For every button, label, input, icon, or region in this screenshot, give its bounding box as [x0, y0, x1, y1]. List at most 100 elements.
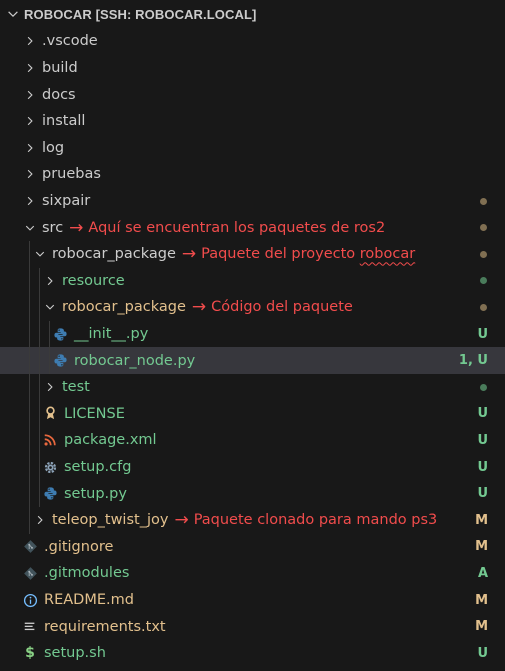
- python-file-icon: [42, 486, 58, 502]
- annotation-text: Paquete del proyecto: [201, 246, 360, 263]
- chevron-right-icon[interactable]: [22, 140, 38, 156]
- tree-item-test[interactable]: test: [0, 374, 505, 401]
- git-status-badge: U: [477, 406, 488, 422]
- chevron-right-icon[interactable]: [22, 60, 38, 76]
- chevron-right-icon[interactable]: [22, 166, 38, 182]
- tree-item-resource[interactable]: resource: [0, 267, 505, 295]
- git-status-badge: M: [475, 619, 488, 635]
- chevron-down-icon[interactable]: [22, 220, 38, 236]
- annotation-text: Código del paquete: [211, 299, 353, 316]
- chevron-down-icon[interactable]: [42, 299, 58, 315]
- git-status-badge: U: [477, 486, 488, 502]
- tree-item-label: robocar_node.py: [74, 352, 196, 369]
- tree-item-label: setup.sh: [44, 645, 106, 662]
- arrow-right-icon: →: [174, 510, 189, 531]
- annotation: → Paquete del proyecto robocar: [182, 244, 415, 264]
- tree-item-setup-sh[interactable]: $ setup.sh U: [0, 640, 505, 667]
- git-status-badge: A: [477, 565, 488, 581]
- tree-item-robocar-package[interactable]: robocar_package → Paquete del proyecto rob…: [0, 241, 505, 268]
- tree-item-gitignore[interactable]: .gitignore M: [0, 534, 505, 561]
- tree-item-package-xml[interactable]: package.xml U: [0, 427, 505, 454]
- indent-guide: [49, 347, 50, 374]
- tree-item-label: requirements.txt: [44, 618, 166, 635]
- git-status-badge: U: [477, 326, 488, 342]
- chevron-right-icon[interactable]: [42, 379, 58, 395]
- tree-item-teleop-twist-joy[interactable]: teleop_twist_joy → Paquete clonado para ma…: [0, 507, 505, 534]
- indent-guide: [29, 374, 30, 401]
- modified-dot-icon: [480, 303, 487, 311]
- chevron-right-icon[interactable]: [22, 33, 38, 49]
- tree-item-label: src: [42, 219, 64, 236]
- git-file-icon: [22, 565, 38, 581]
- tree-item-label: resource: [62, 272, 125, 289]
- chevron-right-icon[interactable]: [32, 512, 48, 528]
- tree-item-label: test: [62, 379, 90, 396]
- tree-item-license[interactable]: LICENSE U: [0, 400, 505, 428]
- tree-item-init-py[interactable]: __init__.py U: [0, 320, 505, 348]
- indent-guide: [39, 453, 40, 481]
- tree-item-robocar-node-py[interactable]: robocar_node.py 1, U: [0, 347, 505, 374]
- xml-file-icon: [42, 432, 58, 448]
- tree-item-sixpair[interactable]: sixpair: [0, 188, 505, 215]
- git-status-badge: 1, U: [458, 353, 488, 369]
- tree-item-setup-cfg[interactable]: setup.cfg U: [0, 453, 505, 481]
- annotation-misspelled-word: robocar: [359, 246, 416, 263]
- info-icon: [22, 592, 38, 608]
- tree-item-robocar-package-inner[interactable]: robocar_package → Código del paquete: [0, 294, 505, 321]
- chevron-right-icon[interactable]: [22, 113, 38, 129]
- arrow-right-icon: →: [181, 244, 197, 265]
- indent-guide: [39, 427, 40, 454]
- tree-item-label: LICENSE: [64, 405, 125, 422]
- python-file-icon: [52, 353, 68, 369]
- chevron-down-icon[interactable]: [2, 0, 24, 28]
- tree-item-docs[interactable]: docs: [0, 81, 505, 108]
- shell-script-icon: $: [25, 645, 35, 662]
- git-status-badge: M: [475, 512, 488, 528]
- indent-guide: [29, 241, 30, 268]
- tree-item-label: build: [42, 60, 78, 77]
- indent-guide: [29, 320, 30, 348]
- indent-guide: [29, 294, 30, 321]
- chevron-right-icon[interactable]: [22, 193, 38, 209]
- tree-item-log[interactable]: log: [0, 135, 505, 162]
- chevron-right-icon[interactable]: [42, 273, 58, 289]
- arrow-right-icon: →: [69, 217, 84, 238]
- indent-guide: [49, 320, 50, 348]
- tree-item-label: setup.py: [64, 485, 127, 502]
- tree-item-install[interactable]: install: [0, 108, 505, 135]
- tree-item-label: robocar_package: [52, 246, 176, 263]
- tree-item-build[interactable]: build: [0, 55, 505, 82]
- git-status-badge: U: [477, 432, 488, 448]
- annotation: → Código del paquete: [192, 297, 353, 317]
- git-status-badge: U: [477, 645, 488, 661]
- tree-item-label: README.md: [44, 592, 134, 609]
- tree-item-readme-md[interactable]: README.md M: [0, 587, 505, 614]
- chevron-right-icon[interactable]: [22, 87, 38, 103]
- arrow-right-icon: →: [191, 297, 207, 318]
- indent-guide: [29, 267, 30, 295]
- tree-item-setup-py[interactable]: setup.py U: [0, 480, 505, 507]
- python-file-icon: [52, 326, 68, 342]
- explorer-header[interactable]: ROBOCAR [SSH: ROBOCAR.LOCAL]: [0, 0, 505, 28]
- tree-item-label: log: [42, 139, 65, 156]
- tree-item-gitmodules[interactable]: .gitmodules A: [0, 560, 505, 587]
- tree-item-label: teleop_twist_joy: [52, 512, 169, 529]
- tree-item-label: pruebas: [42, 166, 101, 183]
- annotation: → Paquete clonado para mando ps3: [174, 510, 437, 530]
- indent-guide: [39, 320, 40, 348]
- indent-guide: [29, 507, 30, 534]
- chevron-down-icon[interactable]: [32, 246, 48, 262]
- tree-item-pruebas[interactable]: pruebas: [0, 161, 505, 188]
- tree-item-vscode[interactable]: .vscode: [0, 28, 505, 55]
- tree-item-requirements-txt[interactable]: requirements.txt M: [0, 613, 505, 640]
- indent-guide: [39, 480, 40, 507]
- tree-item-src[interactable]: src → Aquí se encuentran los paquetes de r…: [0, 214, 505, 241]
- git-status-badge: M: [475, 539, 488, 555]
- indent-guide: [29, 453, 30, 481]
- untracked-dot-icon: [480, 277, 487, 285]
- text-file-icon: [22, 619, 38, 635]
- indent-guide: [39, 294, 40, 321]
- modified-dot-icon: [480, 197, 487, 205]
- annotation: → Aquí se encuentran los paquetes de ros2: [69, 218, 385, 238]
- license-icon: [42, 406, 58, 422]
